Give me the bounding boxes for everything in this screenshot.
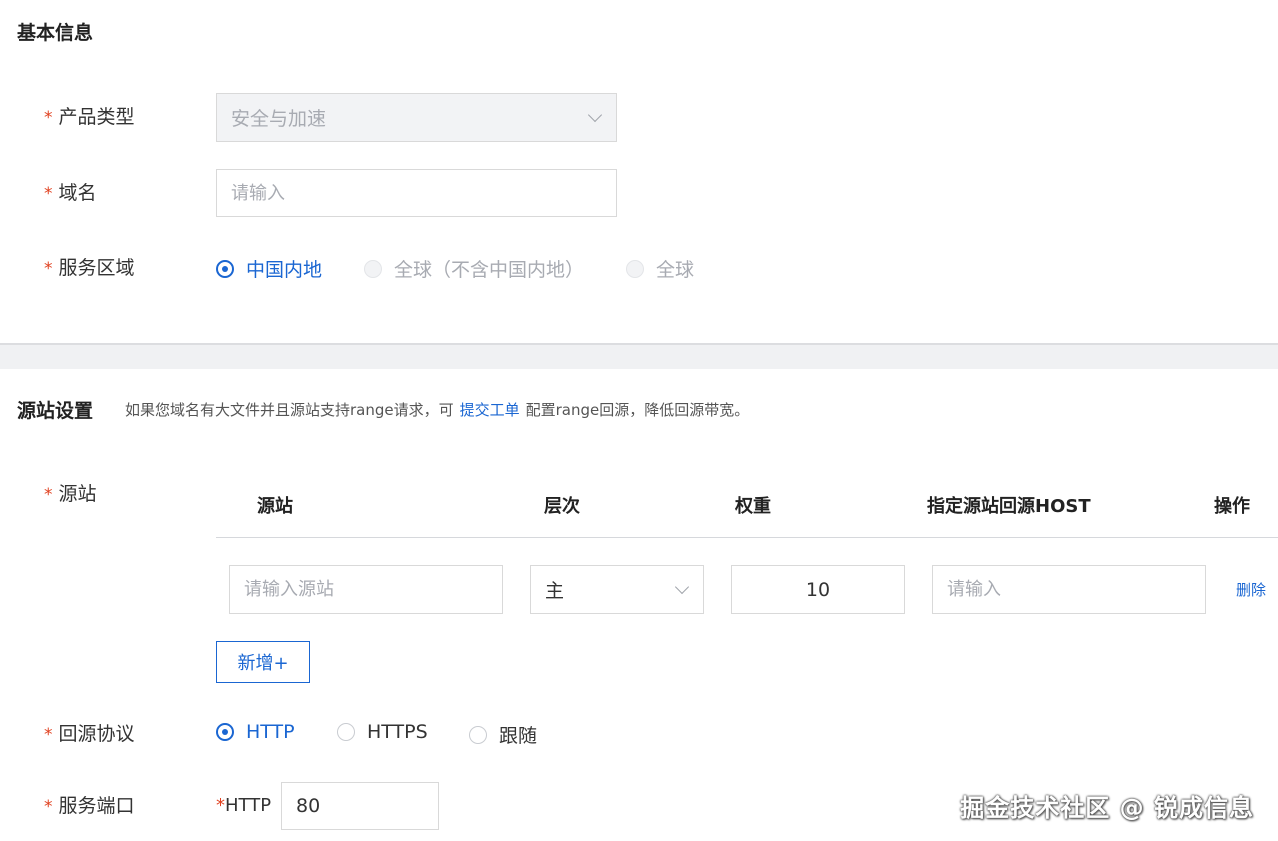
origin-label-text: 源站 [58,483,97,505]
origin-address-field [229,565,503,614]
delete-row-link[interactable]: 删除 [1236,579,1266,600]
radio-icon [337,723,355,741]
product-type-label-text: 产品类型 [58,106,135,128]
submit-ticket-link[interactable]: 提交工单 [460,401,520,419]
http-port-field[interactable]: 80 [281,782,439,830]
origin-section-title: 源站设置 [17,400,94,422]
protocol-option-label: HTTPS [367,721,428,743]
host-field [932,565,1206,614]
radio-icon [626,259,644,278]
required-mark: * [44,259,53,279]
region-option-label: 全球 [656,259,695,281]
http-port-value: 80 [296,795,321,817]
required-mark: * [216,795,225,816]
radio-icon [364,259,382,278]
domain-label: * 域名 [44,178,97,205]
protocol-option-label: 跟随 [499,725,538,747]
add-origin-button[interactable]: 新增+ [216,641,310,683]
region-radio-global-ex[interactable]: 全球（不含中国内地） [364,255,584,282]
origin-hint-text: 如果您域名有大文件并且源站支持range请求，可 [125,401,454,419]
radio-checked-icon [216,259,234,278]
port-label: * 服务端口 [44,791,135,818]
domain-input[interactable] [231,182,602,204]
region-label-text: 服务区域 [58,257,135,279]
basic-section-title: 基本信息 [17,22,94,44]
column-header-origin: 源站 [257,496,293,517]
domain-field [216,169,617,217]
region-option-label: 全球（不含中国内地） [394,259,585,281]
required-mark: * [44,797,53,817]
required-mark: * [44,485,53,505]
section-divider [0,343,1278,369]
product-type-label: * 产品类型 [44,102,135,129]
column-header-level: 层次 [544,496,580,517]
radio-checked-icon [216,723,234,741]
level-select[interactable]: 主 [530,565,704,614]
radio-icon [469,725,487,744]
host-input[interactable] [947,579,1191,600]
watermark: 掘金技术社区 @ 锐成信息 [960,794,1254,822]
port-prefix-text: HTTP [225,795,272,816]
required-mark: * [44,725,53,745]
required-mark: * [44,108,53,128]
region-radio-global[interactable]: 全球 [626,255,694,282]
origin-label: * 源站 [44,479,97,506]
protocol-label-text: 回源协议 [58,723,135,745]
weight-value: 10 [805,578,831,601]
product-type-select[interactable]: 安全与加速 [216,93,617,142]
origin-address-input[interactable] [244,579,488,600]
protocol-radio-follow[interactable]: 跟随 [469,721,537,748]
column-header-action: 操作 [1214,496,1250,517]
port-prefix: *HTTP [216,795,271,816]
page: 基本信息 *产品类型 安全与加速 *域名 *服务区域 中国内地 全球（不含中国内… [0,0,1278,841]
protocol-label: * 回源协议 [44,719,135,746]
chevron-down-icon [587,107,603,122]
table-header-divider [216,537,1278,538]
port-label-text: 服务端口 [58,795,135,817]
column-header-weight: 权重 [735,496,771,517]
region-radio-mainland[interactable]: 中国内地 [216,255,322,282]
protocol-radio-http[interactable]: HTTP [216,721,295,743]
chevron-down-icon [674,579,690,594]
region-label: * 服务区域 [44,253,135,280]
origin-hint-text-end: 配置range回源，降低回源带宽。 [525,401,750,419]
region-option-label: 中国内地 [246,259,323,281]
weight-field[interactable]: 10 [731,565,905,614]
protocol-radio-https[interactable]: HTTPS [337,721,428,743]
origin-hint: 如果您域名有大文件并且源站支持range请求，可 提交工单 配置range回源，降低… [125,399,749,420]
level-value: 主 [545,580,565,602]
product-type-value: 安全与加速 [231,108,327,130]
column-header-host: 指定源站回源HOST [927,496,1091,517]
protocol-option-label: HTTP [246,721,295,743]
domain-label-text: 域名 [58,182,97,204]
required-mark: * [44,184,53,204]
